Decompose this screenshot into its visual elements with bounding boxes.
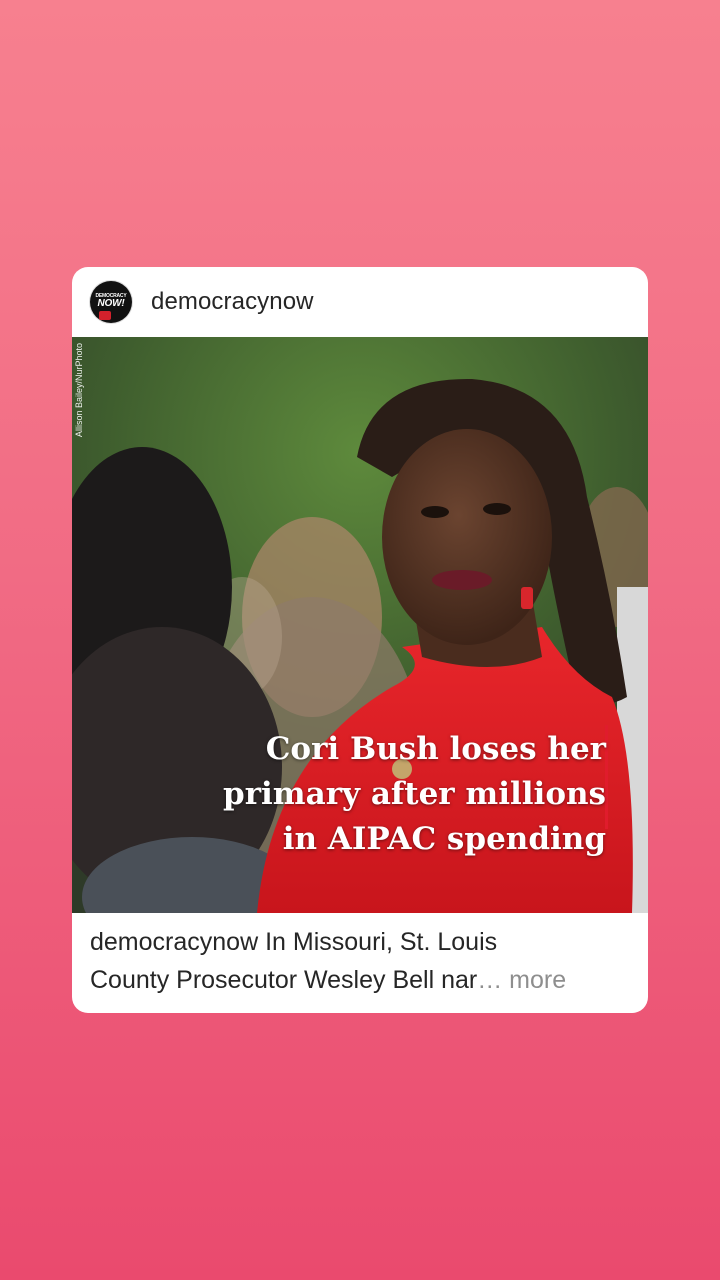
headline-line: in AIPAC spending <box>282 821 606 857</box>
photo-credit: Allison Bailey/NurPhoto <box>74 343 84 438</box>
photo-headline: Cori Bush loses her primary after millio… <box>206 727 606 862</box>
post-header: DEMOCRACY NOW! democracynow <box>72 267 648 337</box>
caption-username[interactable]: democracynow <box>90 928 258 956</box>
post-username[interactable]: democracynow <box>151 288 314 316</box>
headline-line: Cori Bush loses her <box>265 731 606 767</box>
post-caption: democracynow In Missouri, St. Louis Coun… <box>90 923 620 999</box>
avatar[interactable]: DEMOCRACY NOW! <box>90 281 132 323</box>
post-photo[interactable]: Allison Bailey/NurPhoto Cori Bush loses … <box>72 337 648 913</box>
caption-text-2: County Prosecutor Wesley Bell nar <box>90 966 478 994</box>
more-link[interactable]: more <box>502 966 566 994</box>
caption-text: In Missouri, St. Louis <box>258 928 498 956</box>
avatar-logo-mark <box>99 311 111 320</box>
headline-line: primary after millions <box>223 776 606 812</box>
caption-ellipsis: … <box>477 966 503 994</box>
post-card[interactable]: DEMOCRACY NOW! democracynow Allison Bail… <box>72 267 648 1013</box>
avatar-logo-text: DEMOCRACY NOW! <box>95 293 127 309</box>
